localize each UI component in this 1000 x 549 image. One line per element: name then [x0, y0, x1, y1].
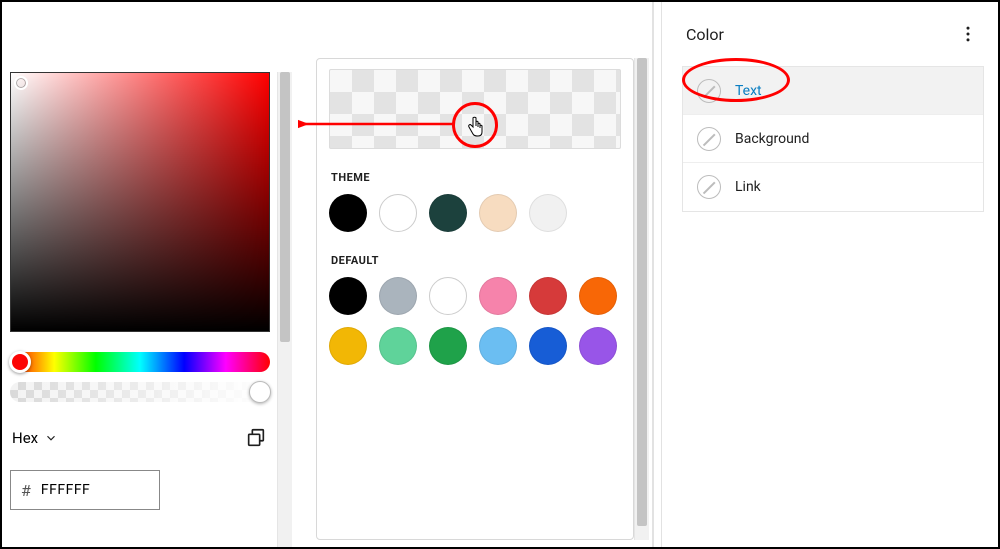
- saturation-value-handle[interactable]: [14, 76, 28, 90]
- default-swatch-row-1: [329, 277, 621, 315]
- swatch-default-11[interactable]: [579, 327, 617, 365]
- color-format-label: Hex: [12, 429, 38, 447]
- scrollbar-thumb[interactable]: [637, 58, 647, 526]
- none-swatch-icon: [697, 127, 721, 151]
- none-swatch-icon: [697, 175, 721, 199]
- panel-divider: [652, 2, 654, 547]
- alpha-slider-handle[interactable]: [249, 381, 271, 403]
- swatch-theme-3[interactable]: [479, 194, 517, 232]
- panel-title: Color: [686, 25, 724, 44]
- custom-color-button[interactable]: [329, 69, 621, 149]
- copy-color-button[interactable]: [242, 424, 270, 452]
- color-item-background[interactable]: Background: [683, 115, 983, 163]
- default-section-label: DEFAULT: [331, 254, 621, 267]
- color-item-text[interactable]: Text: [683, 67, 983, 115]
- hue-slider-handle[interactable]: [9, 351, 31, 373]
- alpha-slider[interactable]: [10, 382, 270, 402]
- swatch-default-2[interactable]: [429, 277, 467, 315]
- none-swatch-icon: [697, 79, 721, 103]
- color-item-link[interactable]: Link: [683, 163, 983, 211]
- color-item-label: Text: [735, 83, 762, 99]
- swatch-default-0[interactable]: [329, 277, 367, 315]
- swatch-default-9[interactable]: [479, 327, 517, 365]
- swatch-default-5[interactable]: [579, 277, 617, 315]
- color-settings-panel: Color Text Background Link: [661, 2, 998, 547]
- hex-prefix: #: [21, 481, 31, 500]
- chevron-down-icon: [44, 431, 58, 445]
- swatch-default-8[interactable]: [429, 327, 467, 365]
- swatch-default-6[interactable]: [329, 327, 367, 365]
- hue-slider[interactable]: [10, 352, 270, 372]
- color-item-label: Link: [735, 179, 761, 195]
- hex-input-wrapper: #: [10, 470, 160, 510]
- color-picker-panel: Hex #: [10, 72, 282, 510]
- swatch-default-7[interactable]: [379, 327, 417, 365]
- color-format-select[interactable]: Hex: [10, 425, 60, 451]
- color-item-label: Background: [735, 131, 809, 147]
- swatch-theme-4[interactable]: [529, 194, 567, 232]
- picker-scrollbar[interactable]: [277, 72, 292, 549]
- swatch-theme-2[interactable]: [429, 194, 467, 232]
- swatch-theme-1[interactable]: [379, 194, 417, 232]
- swatch-default-10[interactable]: [529, 327, 567, 365]
- swatch-theme-0[interactable]: [329, 194, 367, 232]
- swatch-default-4[interactable]: [529, 277, 567, 315]
- swatch-default-3[interactable]: [479, 277, 517, 315]
- hex-input[interactable]: [39, 481, 149, 499]
- theme-swatch-row: [329, 194, 621, 232]
- default-swatch-row-2: [329, 327, 621, 365]
- swatch-default-1[interactable]: [379, 277, 417, 315]
- theme-section-label: THEME: [331, 171, 621, 184]
- color-palette-popover: THEME DEFAULT: [316, 58, 634, 540]
- palette-scrollbar[interactable]: [634, 58, 649, 540]
- saturation-value-area[interactable]: [10, 72, 270, 332]
- color-target-list: Text Background Link: [682, 66, 984, 212]
- more-options-button[interactable]: [956, 22, 980, 46]
- scrollbar-thumb[interactable]: [280, 72, 290, 342]
